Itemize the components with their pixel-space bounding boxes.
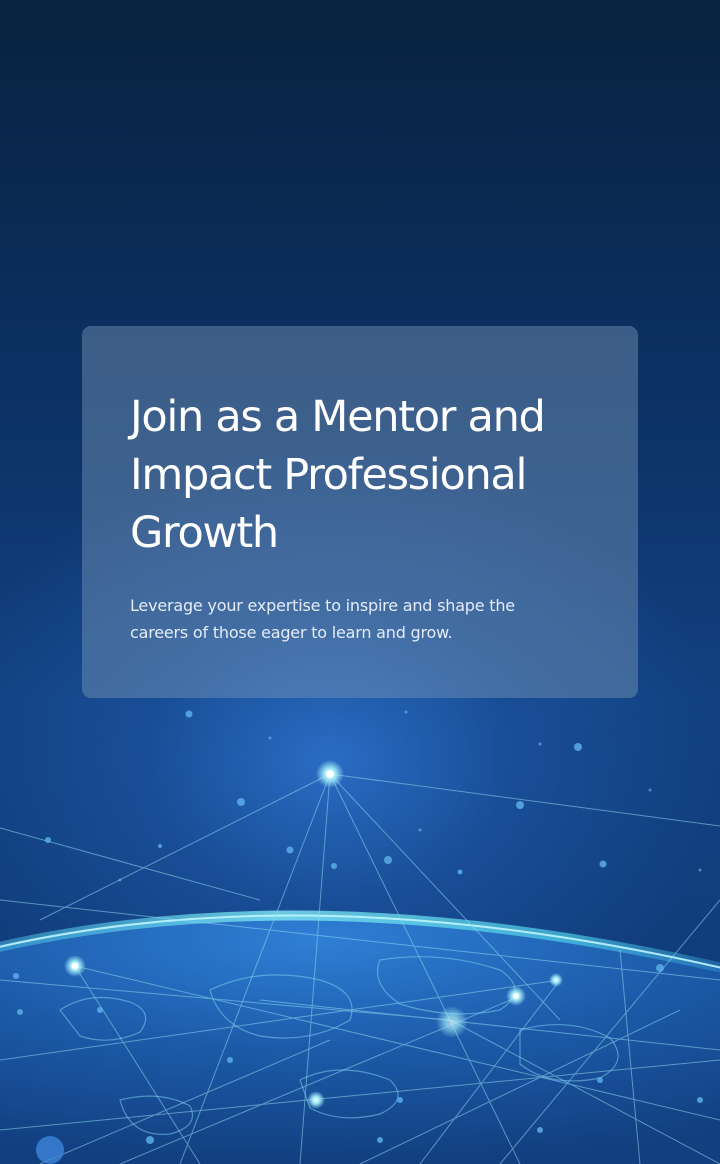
hero-subtitle: Leverage your expertise to inspire and s… xyxy=(130,596,515,642)
hero-title: Join as a Mentor and Impact Professional… xyxy=(130,392,546,558)
hero-card: Join as a Mentor and Impact Professional… xyxy=(82,326,638,698)
